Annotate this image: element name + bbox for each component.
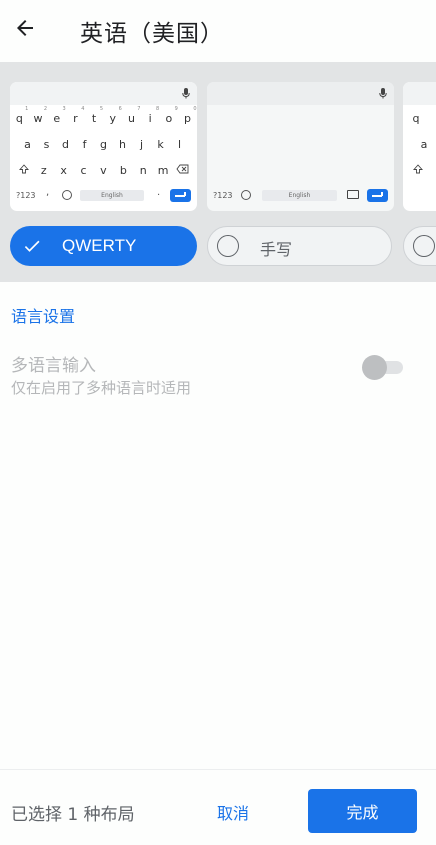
mic-icon [182, 88, 190, 99]
symbols-key: ?123 [16, 191, 36, 200]
radio-unchecked-icon [217, 235, 239, 257]
layout-option-label: 手写 [260, 240, 293, 259]
key: k [157, 138, 164, 151]
key: a [24, 138, 31, 151]
shift-key-icon [15, 164, 33, 177]
keyboard-row-1: q1 w2 e3 r4 t5 y6 u7 i8 o9 p0 [10, 106, 197, 125]
cancel-button[interactable]: 取消 [204, 790, 262, 834]
third-keyboard-preview[interactable]: q a [403, 82, 436, 211]
key: c [80, 164, 87, 177]
top-app-bar: 英语（美国） [0, 0, 436, 62]
key: n [139, 164, 147, 177]
keyboard-bottom-row: ?123 , English . [10, 187, 197, 203]
emoji-icon [241, 190, 251, 200]
emoji-icon [62, 190, 72, 200]
key: h [119, 138, 126, 151]
keyboard-bottom-row: ?123 English [207, 189, 394, 203]
handwriting-keyboard-preview[interactable]: ?123 English [207, 82, 394, 211]
key: o9 [165, 106, 178, 125]
layout-option-third[interactable] [403, 226, 436, 266]
key: q [412, 112, 420, 125]
layout-option-label: QWERTY [62, 236, 137, 255]
toggle-thumb [362, 355, 387, 380]
layout-option-qwerty[interactable]: QWERTY [10, 226, 197, 266]
key: i8 [148, 106, 160, 125]
key: v [100, 164, 107, 177]
done-button[interactable]: 完成 [308, 789, 417, 833]
keyboard-toolbar [207, 82, 394, 105]
enter-key-icon [367, 189, 388, 202]
key: a [420, 138, 428, 151]
key: y6 [109, 106, 122, 125]
radio-unchecked-icon [413, 235, 435, 257]
key: w2 [33, 106, 48, 125]
keyboard-row-2: a [403, 138, 436, 151]
backspace-key-icon [347, 190, 359, 199]
keyboard-row-3: z x c v b n m [10, 164, 197, 177]
keyboard-row-1: q [403, 112, 436, 125]
key: t5 [91, 106, 104, 125]
symbols-key: ?123 [213, 191, 233, 200]
key: p0 [184, 106, 197, 125]
checkmark-icon [24, 240, 40, 252]
mic-icon [379, 88, 387, 99]
key: b [119, 164, 127, 177]
multilingual-input-subtitle: 仅在启用了多种语言时适用 [11, 379, 192, 397]
space-key: English [80, 190, 144, 201]
key: j [139, 138, 144, 151]
key: e3 [53, 106, 66, 125]
key: l [177, 138, 182, 151]
app-root: 英语（美国） q1 w2 e3 r4 t5 y6 u7 i8 o9 p 0 a … [0, 0, 436, 845]
enter-key-icon [170, 189, 191, 202]
key: f [82, 138, 87, 151]
key: u7 [127, 106, 141, 125]
key: g [100, 138, 107, 151]
keyboard-row-2: a s d f g h j k l [10, 138, 197, 151]
layout-option-handwriting[interactable]: 手写 [207, 226, 392, 266]
key: z [40, 164, 47, 177]
arrow-left-icon [17, 20, 33, 36]
keyboard-row-3 [403, 164, 436, 177]
qwerty-keyboard-preview[interactable]: q1 w2 e3 r4 t5 y6 u7 i8 o9 p0 a s d f g … [10, 82, 197, 211]
key: x [60, 164, 67, 177]
multilingual-input-title: 多语言输入 [11, 356, 96, 376]
comma-key: , [46, 187, 50, 198]
keyboard-toolbar [403, 82, 436, 105]
key: q1 [15, 106, 29, 125]
back-button[interactable] [10, 13, 40, 43]
bottom-action-bar: 已选择 1 种布局 取消 完成 [0, 769, 436, 845]
key: m [157, 164, 169, 177]
key: r4 [73, 106, 85, 125]
backspace-key-icon [174, 164, 192, 177]
key: s [43, 138, 50, 151]
selection-status: 已选择 1 种布局 [11, 805, 135, 825]
layout-carousel[interactable]: q1 w2 e3 r4 t5 y6 u7 i8 o9 p0 a s d f g … [0, 62, 436, 282]
space-key: English [262, 190, 337, 201]
multilingual-input-toggle[interactable] [362, 354, 404, 380]
keyboard-toolbar [10, 82, 197, 105]
section-title-language-settings: 语言设置 [11, 307, 76, 326]
page-title: 英语（美国） [80, 21, 224, 47]
shift-key-icon [409, 164, 427, 177]
period-key: . [157, 187, 161, 198]
key: d [62, 138, 69, 151]
